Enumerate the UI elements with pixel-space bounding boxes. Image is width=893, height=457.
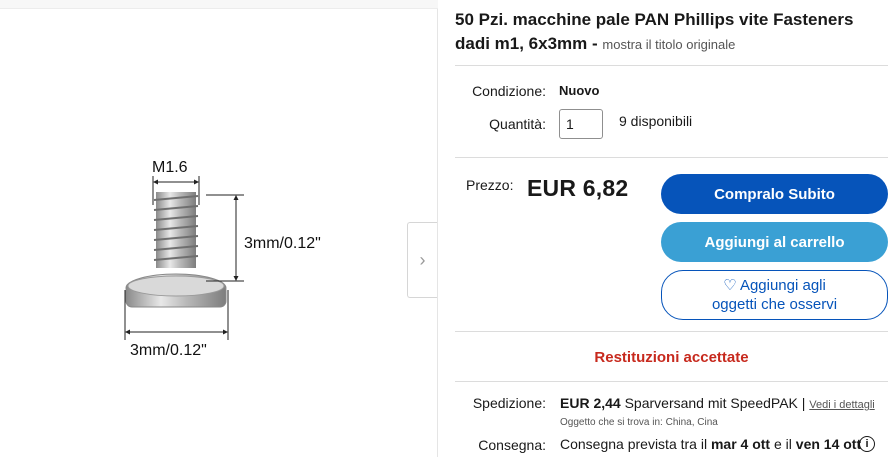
price-label: Prezzo: xyxy=(466,177,514,193)
item-location: Oggetto che si trova in: China, Cina xyxy=(560,417,718,428)
available-count: 9 disponibili xyxy=(619,113,693,129)
product-title: 50 Pzi. macchine pale PAN Phillips vite … xyxy=(455,8,885,57)
chevron-right-icon: › xyxy=(419,249,426,270)
condition-value: Nuovo xyxy=(559,83,600,98)
divider xyxy=(455,157,888,158)
product-image[interactable]: M1.6 3mm/0.12" 3mm/0.12" xyxy=(110,150,360,365)
head-dimension-label: 3mm/0.12" xyxy=(130,342,207,359)
delivery-prefix: Consegna prevista tra il xyxy=(560,436,711,452)
length-dimension-label: 3mm/0.12" xyxy=(244,235,321,252)
delivery-date-from: mar 4 ott xyxy=(710,436,771,452)
product-image-panel: M1.6 3mm/0.12" 3mm/0.12" › xyxy=(0,0,438,457)
watchlist-label-line1: ♡ Aggiungi agli xyxy=(723,277,826,294)
buy-now-button[interactable]: Compralo Subito xyxy=(661,174,888,214)
divider xyxy=(455,65,888,66)
thumbnail-strip xyxy=(0,0,438,9)
watchlist-label-line2: oggetti che osservi xyxy=(711,296,838,313)
divider xyxy=(455,331,888,332)
divider xyxy=(455,381,888,382)
thread-dimension-label: M1.6 xyxy=(152,159,188,176)
add-to-watchlist-button[interactable]: ♡ Aggiungi agli oggetti che osservi xyxy=(661,270,888,320)
delivery-label: Consegna: xyxy=(478,437,546,453)
price-value: EUR 6,82 xyxy=(527,175,629,201)
show-original-title-link[interactable]: mostra il titolo originale xyxy=(602,37,735,52)
quantity-input[interactable] xyxy=(559,109,603,139)
shipping-details-link[interactable]: Vedi i dettagli xyxy=(809,399,874,411)
quantity-label: Quantità: xyxy=(489,116,546,132)
shipping-price: EUR 2,44 xyxy=(560,395,621,411)
delivery-value: Consegna prevista tra il mar 4 ott e il … xyxy=(560,436,861,452)
product-info: 50 Pzi. macchine pale PAN Phillips vite … xyxy=(455,0,893,57)
returns-accepted: Restituzioni accettate xyxy=(594,349,749,366)
add-to-cart-button[interactable]: Aggiungi al carrello xyxy=(661,222,888,262)
delivery-middle: e il xyxy=(770,436,796,452)
info-icon[interactable]: i xyxy=(859,436,875,452)
shipping-label: Spedizione: xyxy=(472,395,546,411)
shipping-service: Sparversand mit SpeedPAK | xyxy=(620,395,810,411)
delivery-date-to: ven 14 ott xyxy=(795,436,862,452)
next-image-button[interactable]: › xyxy=(407,222,437,298)
condition-label: Condizione: xyxy=(472,83,546,99)
shipping-value: EUR 2,44 Sparversand mit SpeedPAK | Vedi… xyxy=(560,395,875,411)
